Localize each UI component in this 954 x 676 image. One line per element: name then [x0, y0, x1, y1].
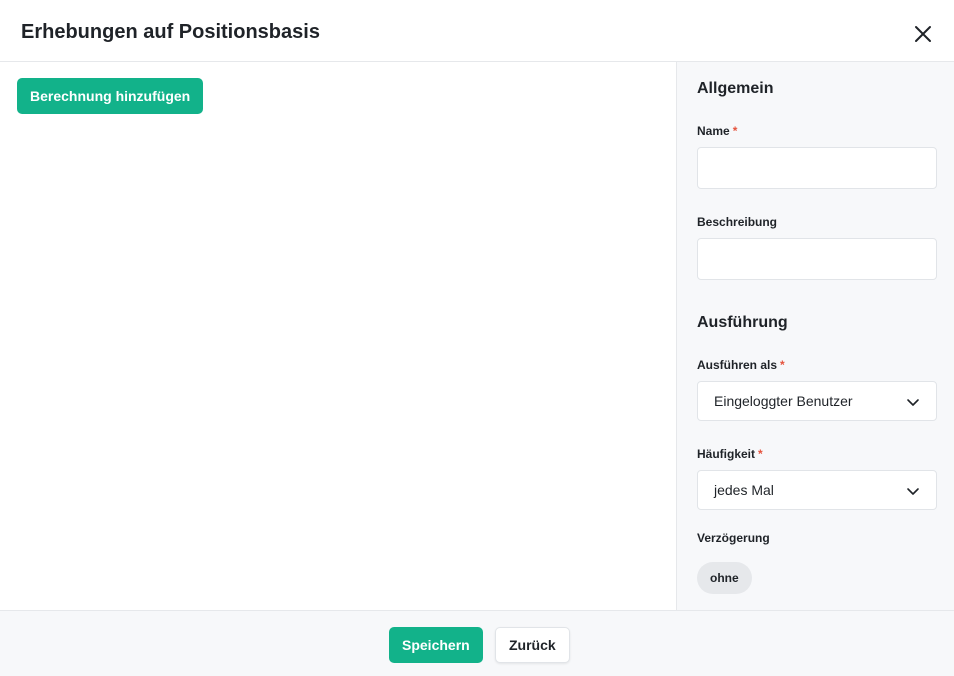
- name-label-text: Name: [697, 124, 730, 138]
- required-marker: *: [780, 358, 785, 372]
- add-calculation-button[interactable]: Berechnung hinzufügen: [17, 78, 204, 114]
- general-section-title: Allgemein: [697, 80, 774, 97]
- settings-sidebar: Allgemein Name * Beschreibung Ausführung …: [676, 62, 954, 610]
- close-icon: [915, 26, 931, 42]
- execution-section-title: Ausführung: [697, 314, 788, 331]
- delay-label: Verzögerung: [697, 531, 770, 545]
- run-as-label-text: Ausführen als: [697, 358, 778, 372]
- chevron-down-icon: [907, 488, 919, 495]
- run-as-label: Ausführen als *: [697, 358, 785, 372]
- run-as-value: Eingeloggter Benutzer: [714, 393, 853, 409]
- save-button[interactable]: Speichern: [389, 627, 483, 663]
- frequency-value: jedes Mal: [714, 482, 774, 498]
- description-input[interactable]: [697, 238, 937, 280]
- chevron-down-icon: [907, 399, 919, 406]
- required-marker: *: [732, 124, 738, 138]
- dialog-header: Erhebungen auf Positionsbasis: [0, 0, 954, 62]
- run-as-select[interactable]: Eingeloggter Benutzer: [697, 381, 937, 421]
- frequency-label: Häufigkeit *: [697, 447, 763, 461]
- frequency-select[interactable]: jedes Mal: [697, 470, 937, 510]
- required-marker: *: [758, 447, 763, 461]
- name-label: Name *: [697, 124, 737, 138]
- dialog-title: Erhebungen auf Positionsbasis: [21, 21, 320, 43]
- frequency-label-text: Häufigkeit: [697, 447, 756, 461]
- back-button[interactable]: Zurück: [495, 627, 570, 663]
- name-input[interactable]: [697, 147, 937, 189]
- close-button[interactable]: [908, 19, 938, 49]
- main-panel: Berechnung hinzufügen: [0, 62, 677, 610]
- delay-chip[interactable]: ohne: [697, 562, 752, 594]
- description-label: Beschreibung: [697, 215, 778, 229]
- dialog-footer: Speichern Zurück: [0, 610, 954, 676]
